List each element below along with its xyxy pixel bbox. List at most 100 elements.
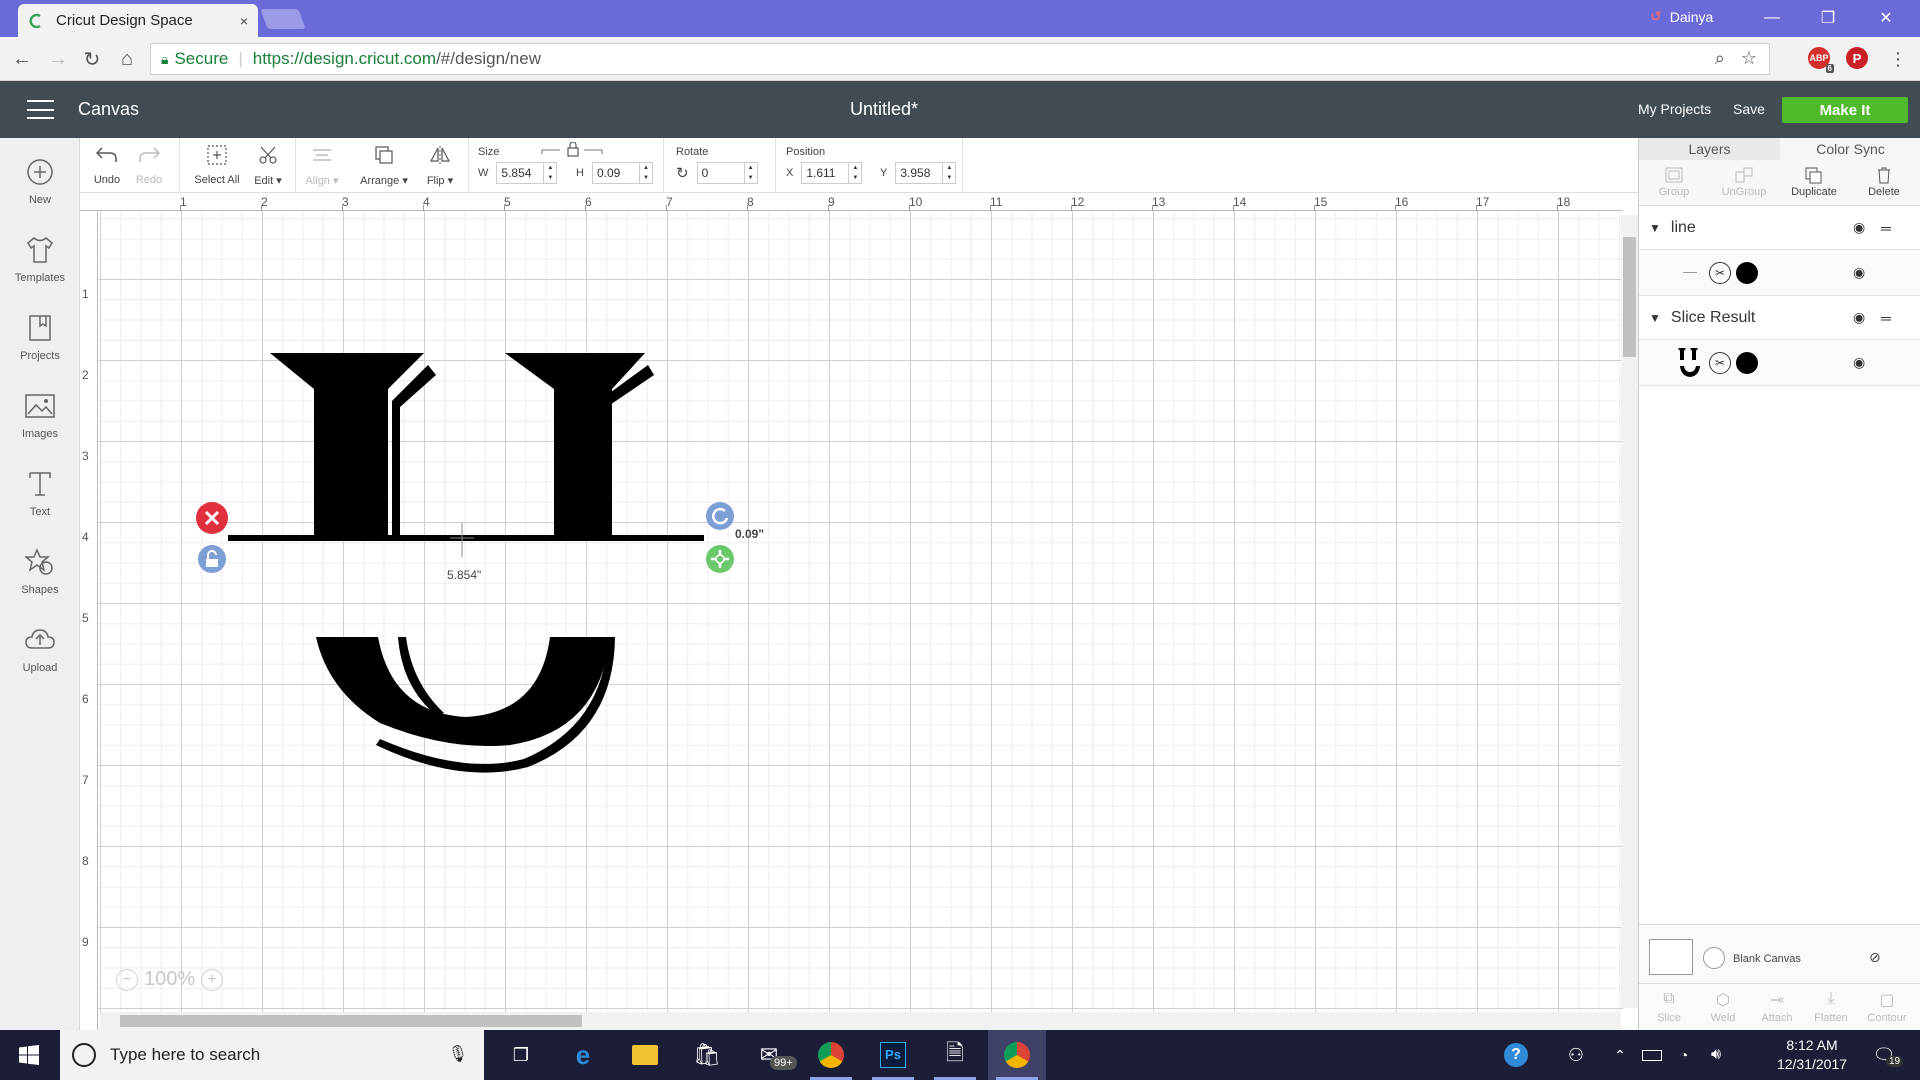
lock-proportions-icon[interactable] [540,141,606,161]
task-view-button[interactable]: ❐ [492,1030,550,1080]
undo-button[interactable]: Undo [90,142,124,186]
chrome-taskbar-button[interactable] [802,1030,860,1080]
zoom-in-button[interactable]: + [201,968,224,991]
lock-handle[interactable] [198,545,226,573]
new-tab-button[interactable] [260,9,306,29]
caret-down-icon[interactable]: ▼ [1649,311,1661,325]
delete-button[interactable]: Delete [1849,164,1919,198]
color-swatch[interactable] [1736,352,1758,374]
reload-icon[interactable]: ↻ [80,47,104,71]
contour-button[interactable]: ▢ Contour [1861,990,1913,1024]
wifi-icon[interactable]: ◔ [1670,1030,1698,1080]
height-stepper[interactable]: ▲ ▼ [639,162,653,184]
tab-layers[interactable]: Layers [1639,138,1780,160]
battery-icon[interactable] [1638,1030,1666,1080]
color-swatch[interactable] [1736,262,1758,284]
back-icon[interactable]: ← [10,47,34,71]
photoshop-button[interactable]: Ps [864,1030,922,1080]
scanner-app-button[interactable]: 🗎 [926,1030,984,1080]
duplicate-button[interactable]: Duplicate [1779,164,1849,198]
forward-icon[interactable]: → [46,47,70,71]
y-position-input[interactable] [895,162,944,184]
select-all-button[interactable]: Select All [190,142,244,186]
eye-icon[interactable]: ◉ [1853,354,1865,371]
rotate-stepper[interactable]: ▲ ▼ [744,162,758,184]
system-clock[interactable]: 8:12 AM 12/31/2017 [1772,1036,1852,1074]
hide-eye-icon[interactable]: ⊘ [1869,949,1881,966]
layer-item-line[interactable]: ✂ ◉ [1639,250,1920,296]
sidebar-item-text[interactable]: Text [0,468,80,518]
cut-operation-icon[interactable]: ✂ [1709,352,1731,374]
browser-tab-active[interactable]: Cricut Design Space × [18,4,258,37]
horizontal-scrollbar[interactable] [100,1012,1621,1030]
chrome-menu-icon[interactable]: ⋮ [1886,47,1910,71]
make-it-button[interactable]: Make It [1782,97,1908,123]
rotate-handle[interactable] [706,502,734,530]
width-stepper[interactable]: ▲ ▼ [544,162,558,184]
redo-button[interactable]: Redo [132,142,166,186]
sidebar-item-images[interactable]: Images [0,390,80,440]
layer-item-slice-result[interactable]: ✂ ◉ [1639,340,1920,386]
browser-profile[interactable]: ↺ Dainya [1650,8,1713,25]
help-icon[interactable]: ? [1496,1030,1536,1080]
layer-group-line[interactable]: ▼ line ◉ ═ [1639,206,1920,250]
align-dropdown[interactable]: Align ▾ [302,142,342,187]
edge-button[interactable]: e [554,1030,612,1080]
zoom-search-icon[interactable]: ⌕ [1715,48,1725,69]
y-stepper[interactable]: ▲ ▼ [943,162,957,184]
layer-group-slice-result[interactable]: ▼ Slice Result ◉ ═ [1639,296,1920,340]
eye-icon[interactable]: ◉ [1853,264,1865,281]
flip-dropdown[interactable]: Flip ▾ [420,142,460,187]
x-position-input[interactable] [801,162,850,184]
close-tab-icon[interactable]: × [240,13,248,29]
sidebar-item-new[interactable]: New [0,156,80,206]
blank-canvas-swatch[interactable] [1649,939,1693,975]
minimize-button[interactable]: — [1744,4,1800,32]
flatten-button[interactable]: ⤓ Flatten [1805,990,1857,1024]
blank-canvas-color[interactable] [1703,947,1725,969]
vertical-scrollbar[interactable] [1621,215,1638,1008]
taskbar-search[interactable]: Type here to search 🎙︎ [60,1030,484,1080]
attach-button[interactable]: ⊸ Attach [1751,990,1803,1024]
file-explorer-button[interactable] [616,1030,674,1080]
caret-down-icon[interactable]: ▼ [1649,221,1661,235]
restore-button[interactable]: ❐ [1800,4,1856,32]
sidebar-item-templates[interactable]: Templates [0,234,80,284]
ungroup-button[interactable]: UnGroup [1709,164,1779,198]
bookmark-star-icon[interactable]: ☆ [1741,48,1757,69]
show-hidden-icons-icon[interactable]: ⌃ [1606,1030,1634,1080]
drag-handle-icon[interactable]: ═ [1881,310,1891,326]
close-window-button[interactable]: ✕ [1858,4,1914,32]
arrange-dropdown[interactable]: Arrange ▾ [356,142,412,187]
chrome-active-button[interactable] [988,1030,1046,1080]
mail-button[interactable]: ✉ 99+ [740,1030,798,1080]
people-icon[interactable]: ⚇ [1556,1030,1596,1080]
adblock-extension-icon[interactable]: ABP 6 [1808,47,1834,73]
microphone-icon[interactable]: 🎙︎ [448,1044,468,1064]
sidebar-item-projects[interactable]: Projects [0,312,80,362]
rotate-input[interactable] [696,162,745,184]
zoom-out-button[interactable]: − [116,968,138,991]
my-projects-link[interactable]: My Projects [1638,101,1711,117]
eye-icon[interactable]: ◉ [1853,309,1865,326]
height-input[interactable] [591,162,640,184]
x-stepper[interactable]: ▲ ▼ [849,162,863,184]
eye-icon[interactable]: ◉ [1853,219,1865,236]
address-bar[interactable]: 🔒︎ Secure | https://design.cricut.com /#… [150,43,1770,75]
weld-button[interactable]: ⬡ Weld [1697,990,1749,1024]
cut-operation-icon[interactable]: ✂ [1709,262,1731,284]
drag-handle-icon[interactable]: ═ [1881,220,1891,236]
store-button[interactable]: 🛍︎ [678,1030,736,1080]
action-center-button[interactable]: 🗨︎ 19 [1860,1030,1908,1080]
pinterest-extension-icon[interactable]: P [1846,47,1868,69]
edit-dropdown[interactable]: Edit ▾ [250,142,286,187]
volume-icon[interactable]: 🔊︎ [1702,1030,1730,1080]
tab-color-sync[interactable]: Color Sync [1780,138,1920,160]
sidebar-item-shapes[interactable]: Shapes [0,546,80,596]
resize-handle[interactable] [706,545,734,573]
width-input[interactable] [496,162,545,184]
sidebar-item-upload[interactable]: Upload [0,624,80,674]
save-button[interactable]: Save [1733,101,1765,117]
start-button[interactable] [0,1030,58,1080]
slice-button[interactable]: ⧉ Slice [1643,990,1695,1024]
